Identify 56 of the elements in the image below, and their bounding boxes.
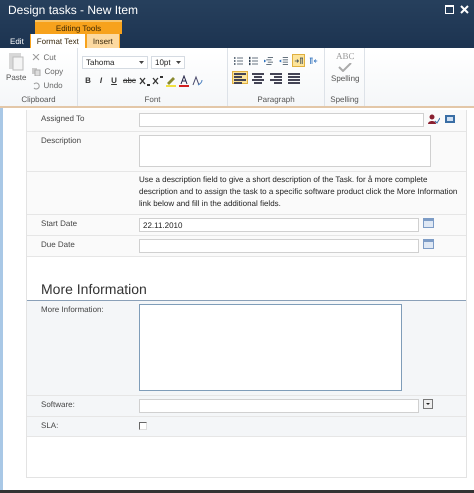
field-label: Due Date xyxy=(40,239,76,251)
help-text: Use a description field to give a short description of the Task. for å more complete description and to assign the task to a specific software product click the More Information link below and fill in the additional fields. xyxy=(139,174,458,210)
ribbon-tab[interactable]: Format Text xyxy=(30,34,86,48)
group-label: Paragraph xyxy=(256,95,296,106)
copy-button[interactable]: Copy xyxy=(32,65,64,78)
bold-button[interactable]: B xyxy=(82,74,94,87)
checkmark-icon xyxy=(338,63,352,72)
field-label: Start Date xyxy=(40,218,78,230)
undo-icon xyxy=(32,82,40,90)
undo-button[interactable]: Undo xyxy=(32,79,64,92)
caret-icon xyxy=(176,61,181,64)
group-label: Clipboard xyxy=(20,95,57,106)
field-label: Description xyxy=(40,135,82,147)
underline-button[interactable]: U xyxy=(108,74,120,87)
size-dropdown[interactable]: 10pt xyxy=(151,56,185,69)
window-title: Design tasks - New Item xyxy=(8,3,138,17)
scissors-icon xyxy=(32,54,40,62)
paragraph-button[interactable] xyxy=(292,54,305,67)
checkbox[interactable] xyxy=(139,422,147,430)
copy-icon xyxy=(32,68,42,76)
caret-icon xyxy=(139,61,144,64)
align-button[interactable] xyxy=(286,71,302,84)
highlighter-icon xyxy=(164,74,177,86)
close-icon[interactable] xyxy=(460,5,469,14)
superscript-icon xyxy=(152,74,164,86)
align-button[interactable] xyxy=(232,71,248,84)
group-label: Spelling xyxy=(329,95,360,106)
field-label: Assigned To xyxy=(40,113,86,125)
context-tab-label: Editing Tools xyxy=(35,20,122,34)
people-check-icon xyxy=(428,113,440,125)
strikethrough-button[interactable]: abc xyxy=(121,74,138,87)
date-field[interactable] xyxy=(139,239,419,253)
align-button[interactable] xyxy=(268,71,284,84)
paragraph-button[interactable] xyxy=(247,54,260,67)
ribbon-tab[interactable]: Insert xyxy=(86,34,120,48)
paste-button[interactable]: Paste xyxy=(4,51,28,95)
field-label: Software: xyxy=(40,399,76,411)
spelling-icon-text: ABC xyxy=(336,51,354,61)
input-field[interactable] xyxy=(139,113,424,127)
text-area[interactable] xyxy=(139,304,402,391)
clipboard-icon xyxy=(8,51,24,71)
maximize-icon[interactable] xyxy=(445,5,454,14)
address-book-icon xyxy=(444,113,456,125)
cut-button[interactable]: Cut xyxy=(32,51,64,64)
field-label: More Information: xyxy=(40,304,105,316)
font-dropdown[interactable]: Tahoma xyxy=(82,56,148,69)
clear-formatting-icon xyxy=(190,74,203,86)
description-field[interactable] xyxy=(139,135,431,167)
group-label: Font xyxy=(143,95,162,106)
font-color-icon xyxy=(178,74,190,86)
ribbon-tab[interactable]: Edit xyxy=(4,34,30,48)
italic-button[interactable]: I xyxy=(95,74,107,87)
date-field[interactable]: 22.11.2010 xyxy=(139,218,419,232)
spelling-button[interactable]: ABC Spelling xyxy=(329,51,362,95)
align-button[interactable] xyxy=(250,71,266,84)
field-label: SLA: xyxy=(40,420,60,432)
